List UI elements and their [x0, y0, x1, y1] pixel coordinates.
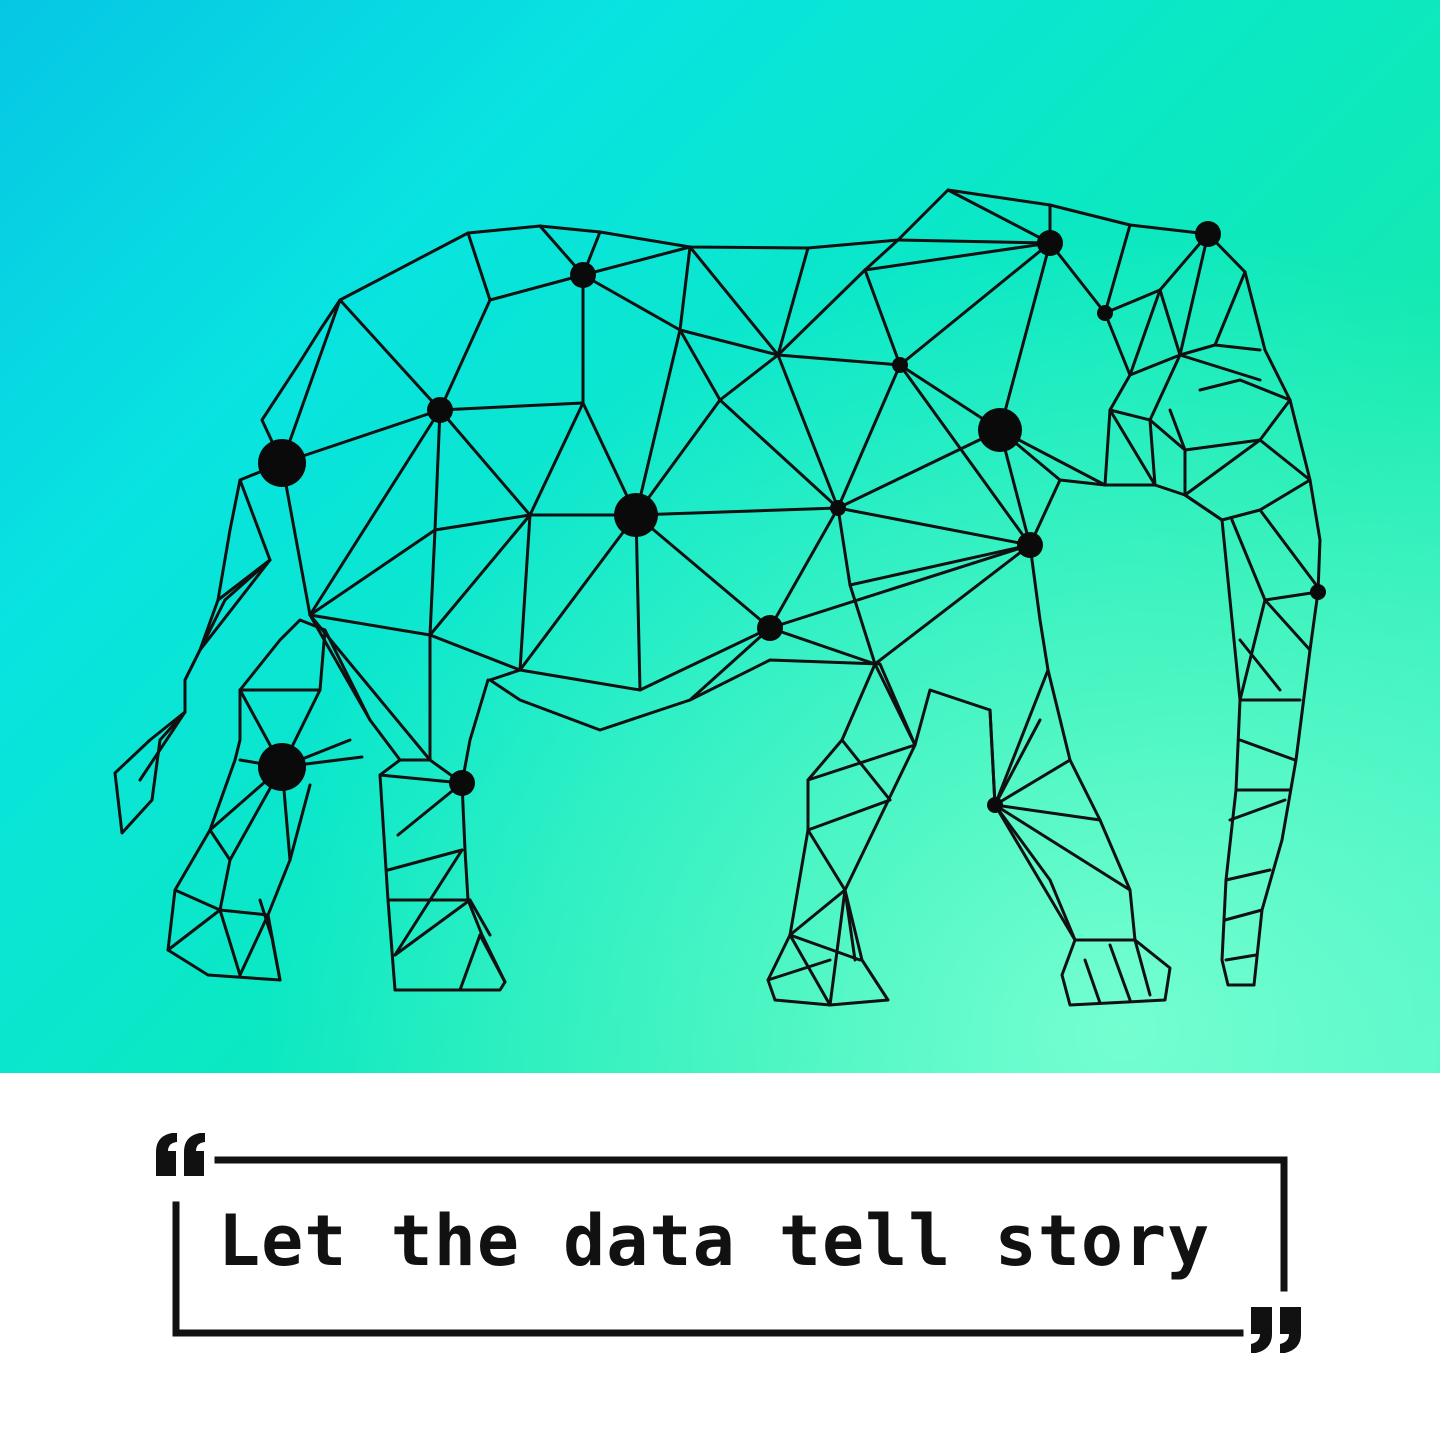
poster: Let the data tell story	[0, 0, 1440, 1440]
quote-text: Let the data tell story	[218, 1200, 1211, 1282]
open-quote-icon	[156, 1133, 205, 1176]
close-quote-icon	[1251, 1307, 1301, 1353]
